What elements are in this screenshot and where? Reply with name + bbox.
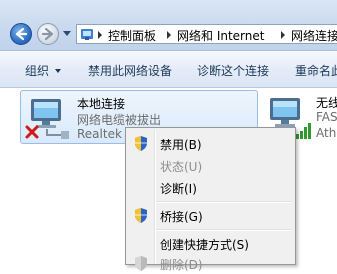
recent-pages-dropdown-icon[interactable]	[63, 31, 71, 37]
forward-button[interactable]	[37, 23, 59, 45]
menu-item-label: 状态(U)	[160, 160, 203, 174]
menu-item-delete[interactable]: 删除(D)	[128, 252, 293, 274]
uac-shield-icon	[135, 208, 147, 223]
menu-item-create-shortcut[interactable]: 创建快捷方式(S)	[128, 232, 293, 254]
breadcrumb-network-internet[interactable]: 网络和 Internet	[177, 27, 264, 43]
rename-button[interactable]: 重命名此	[295, 62, 337, 79]
connection-device: Athe	[316, 126, 337, 140]
breadcrumb-separator[interactable]	[167, 31, 171, 39]
organize-menu-button[interactable]: 组织	[25, 62, 62, 79]
dropdown-arrow-icon	[55, 69, 62, 73]
menu-separator	[156, 201, 291, 203]
address-bar: 控制面板 网络和 Internet 网络连接	[0, 0, 337, 50]
breadcrumb-network-connections[interactable]: 网络连接	[291, 27, 337, 43]
uac-shield-icon	[135, 256, 147, 271]
breadcrumb-separator[interactable]	[98, 31, 102, 39]
back-button[interactable]	[10, 23, 32, 45]
menu-item-label: 创建快捷方式(S)	[160, 238, 249, 252]
disable-device-button[interactable]: 禁用此网络设备	[88, 62, 172, 79]
menu-item-disable[interactable]: 禁用(B)	[128, 132, 293, 154]
command-bar: 组织 禁用此网络设备 诊断这个连接 重命名此	[0, 50, 337, 88]
control-panel-icon	[81, 29, 93, 40]
menu-separator	[156, 229, 291, 231]
menu-item-bridge[interactable]: 桥接(G)	[128, 204, 293, 226]
menu-item-diagnose[interactable]: 诊断(I)	[128, 176, 293, 198]
menu-item-label: 禁用(B)	[160, 138, 202, 152]
forward-arrow-icon	[41, 27, 54, 41]
menu-item-status[interactable]: 状态(U)	[128, 154, 293, 176]
organize-label: 组织	[25, 64, 50, 78]
breadcrumb-control-panel[interactable]: 控制面板	[108, 27, 156, 43]
diagnose-connection-button[interactable]: 诊断这个连接	[197, 62, 269, 79]
context-menu: 禁用(B) 状态(U) 诊断(I) 桥接(G) 创建快捷方式(S) 删除(D)	[125, 127, 296, 272]
connection-status: FAS	[316, 110, 337, 124]
connection-status: 网络电缆被拔出	[77, 113, 162, 127]
connection-name: 本地连接	[77, 97, 126, 111]
breadcrumb[interactable]: 控制面板 网络和 Internet 网络连接	[76, 24, 337, 44]
disconnected-x-icon	[25, 125, 39, 139]
breadcrumb-separator[interactable]	[281, 31, 285, 39]
back-arrow-icon	[15, 27, 28, 41]
wireless-signal-icon	[296, 123, 311, 139]
network-adapter-icon	[25, 99, 69, 139]
uac-shield-icon	[135, 136, 147, 151]
menu-item-label: 桥接(G)	[160, 210, 203, 224]
menu-item-label: 诊断(I)	[160, 182, 197, 196]
connection-name: 无线	[316, 96, 337, 110]
